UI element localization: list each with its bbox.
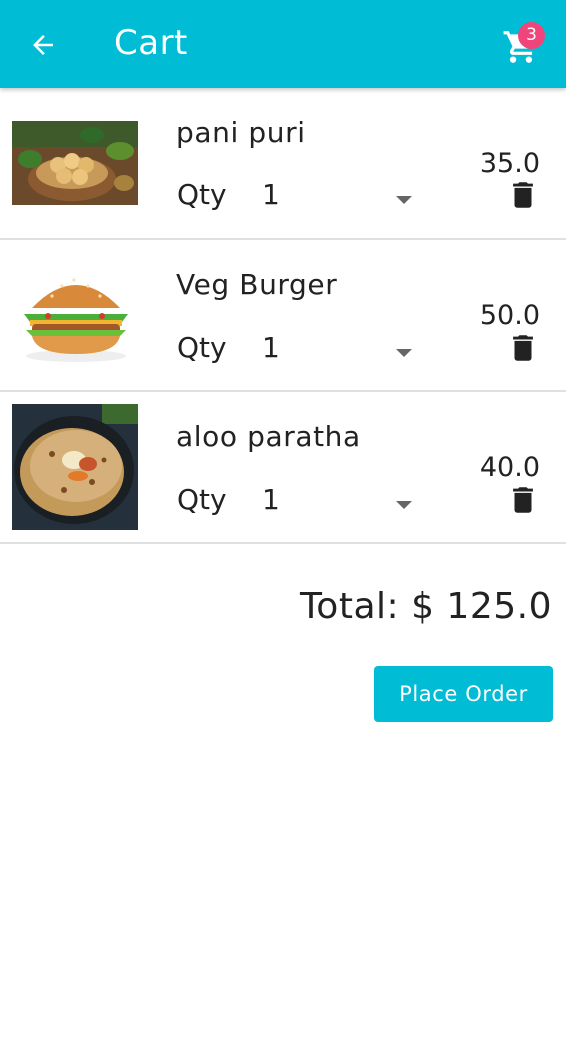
item-name: aloo paratha xyxy=(176,420,361,453)
qty-value: 1 xyxy=(262,331,280,364)
cart-count-badge: 3 xyxy=(518,22,545,49)
qty-value: 1 xyxy=(262,178,280,211)
dropdown-caret-icon xyxy=(396,349,412,357)
cart-item: pani puri Qty 1 35.0 xyxy=(0,88,566,240)
pani-puri-image xyxy=(12,121,138,205)
cart-list: pani puri Qty 1 35.0 Veg Burger Qty 1 50… xyxy=(0,88,566,544)
cart-item: aloo paratha Qty 1 40.0 xyxy=(0,392,566,544)
app-bar: Cart 3 xyxy=(0,0,566,88)
item-price: 35.0 xyxy=(479,148,540,179)
page-title: Cart xyxy=(114,23,188,63)
dropdown-caret-icon xyxy=(396,501,412,509)
order-total: Total: $ 125.0 xyxy=(299,586,552,627)
qty-label: Qty xyxy=(177,483,227,516)
back-button[interactable] xyxy=(22,24,64,66)
item-price: 40.0 xyxy=(479,452,540,483)
qty-label: Qty xyxy=(177,331,227,364)
dropdown-caret-icon xyxy=(396,196,412,204)
delete-button[interactable] xyxy=(506,483,540,517)
aloo-paratha-image xyxy=(12,404,138,530)
item-name: Veg Burger xyxy=(176,268,338,301)
cart-button[interactable]: 3 xyxy=(498,22,548,68)
arrow-left-icon xyxy=(33,35,53,55)
qty-label: Qty xyxy=(177,178,227,211)
qty-dropdown[interactable]: 1 xyxy=(262,483,418,523)
item-name: pani puri xyxy=(176,116,306,149)
trash-icon xyxy=(513,487,533,513)
qty-dropdown[interactable]: 1 xyxy=(262,178,418,218)
cart-item: Veg Burger Qty 1 50.0 xyxy=(0,240,566,392)
place-order-button[interactable]: Place Order xyxy=(374,666,553,722)
delete-button[interactable] xyxy=(506,331,540,365)
qty-dropdown[interactable]: 1 xyxy=(262,331,418,371)
trash-icon xyxy=(513,182,533,208)
trash-icon xyxy=(513,335,533,361)
veg-burger-image xyxy=(12,264,138,368)
qty-value: 1 xyxy=(262,483,280,516)
item-price: 50.0 xyxy=(479,300,540,331)
delete-button[interactable] xyxy=(506,178,540,212)
